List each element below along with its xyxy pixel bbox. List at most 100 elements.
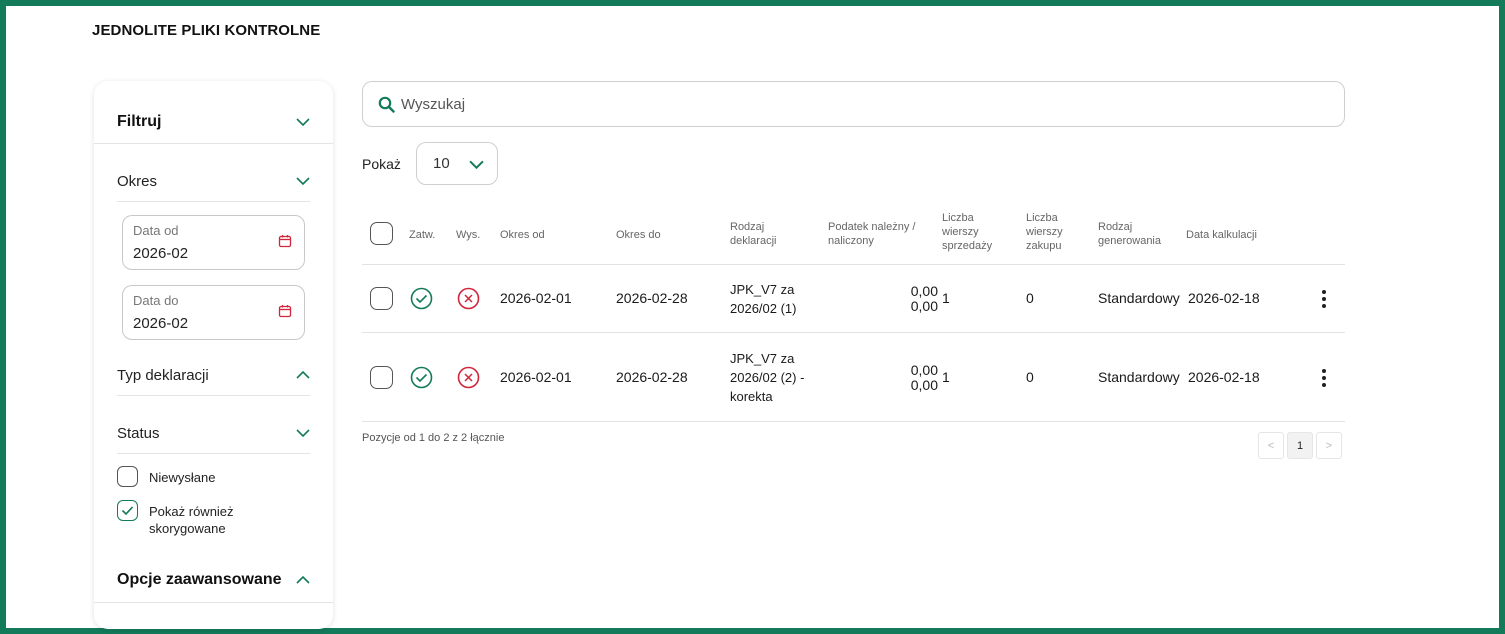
header-text: wierszy	[942, 226, 979, 238]
calendar-icon[interactable]	[278, 304, 292, 318]
header-generation[interactable]: Rodzaj generowania	[1098, 220, 1161, 248]
chevron-down-icon	[469, 160, 484, 170]
header-calc-date[interactable]: Data kalkulacji	[1186, 228, 1257, 242]
more-options-icon[interactable]	[1320, 368, 1328, 388]
filter-header[interactable]: Filtruj	[117, 112, 310, 132]
date-from-label: Data od	[133, 223, 179, 238]
checkbox-label: Pokaż również skorygowane	[149, 503, 234, 537]
select-all-checkbox[interactable]	[370, 222, 393, 245]
declaration-line: korekta	[730, 389, 773, 404]
pagination-summary: Pozycje od 1 do 2 z 2 łącznie	[362, 432, 505, 444]
header-text: naliczony	[828, 235, 874, 247]
checkmark-icon	[121, 505, 133, 515]
calendar-icon[interactable]	[278, 234, 292, 248]
date-to-field[interactable]: Data do 2026-02	[122, 285, 305, 340]
declaration-type-section-header[interactable]: Typ deklaracji	[117, 365, 310, 385]
tax-input-value: 0,00	[910, 298, 938, 314]
header-sales-rows[interactable]: Liczba wierszy sprzedaży	[942, 211, 992, 253]
row-divider	[362, 421, 1345, 422]
date-to-value[interactable]: 2026-02	[133, 315, 188, 332]
page-1-button[interactable]: 1	[1287, 432, 1313, 459]
declaration-line: JPK_V7 za	[730, 282, 795, 297]
sales-rows-cell: 1	[942, 369, 950, 385]
advanced-options-title: Opcje zaawansowane	[117, 571, 282, 588]
calc-date-cell: 2026-02-18	[1188, 369, 1260, 385]
not-sent-x-icon	[457, 287, 480, 310]
header-text: sprzedaży	[942, 240, 993, 252]
divider	[94, 143, 333, 144]
page-size-value: 10	[433, 155, 450, 172]
search-icon	[378, 96, 395, 113]
filter-sidebar: Filtruj Okres Data od 2026-02 Data do 20…	[94, 81, 333, 629]
declaration-cell[interactable]: JPK_V7 za 2026/02 (2) - korekta	[730, 349, 804, 406]
status-section-header[interactable]: Status	[117, 423, 310, 443]
header-text: Rodzaj	[1098, 221, 1133, 233]
header-period-to[interactable]: Okres do	[616, 228, 661, 242]
prev-page-button[interactable]: <	[1258, 432, 1284, 459]
tax-due-value: 0,00	[910, 283, 938, 299]
purchase-rows-cell: 0	[1026, 290, 1034, 306]
declaration-line: JPK_V7 za	[730, 351, 795, 366]
header-approved[interactable]: Zatw.	[409, 228, 435, 242]
checkbox-show-corrected[interactable]: Pokaż również skorygowane	[117, 500, 234, 537]
tax-due-value: 0,00	[910, 362, 938, 378]
chevron-down-icon[interactable]	[296, 115, 310, 129]
checkbox-label-line: skorygowane	[149, 521, 226, 536]
header-text: deklaracji	[730, 235, 777, 247]
search-input[interactable]	[401, 92, 1301, 116]
chevron-up-icon[interactable]	[296, 573, 310, 587]
tax-values-cell: 0,00 0,00	[878, 284, 938, 314]
checkbox-not-sent[interactable]: Niewysłane	[117, 466, 215, 487]
divider	[117, 453, 310, 454]
chevron-up-icon[interactable]	[296, 368, 310, 382]
checkbox-label: Niewysłane	[149, 470, 216, 485]
divider	[94, 602, 333, 603]
table-header: Zatw. Wys. Okres od Okres do Rodzaj dekla…	[362, 205, 1345, 264]
more-options-icon[interactable]	[1320, 289, 1328, 309]
period-section-header[interactable]: Okres	[117, 171, 310, 191]
row-checkbox[interactable]	[370, 366, 393, 389]
header-period-from[interactable]: Okres od	[500, 228, 545, 242]
period-from-cell: 2026-02-01	[500, 369, 572, 385]
chevron-down-icon[interactable]	[296, 426, 310, 440]
sales-rows-cell: 1	[942, 290, 950, 306]
declaration-line: 2026/02 (1)	[730, 301, 797, 316]
tax-input-value: 0,00	[910, 377, 938, 393]
header-text: Podatek należny /	[828, 221, 916, 233]
status-title: Status	[117, 424, 160, 442]
generation-cell: Standardowy	[1098, 290, 1180, 306]
header-sent[interactable]: Wys.	[456, 228, 480, 242]
date-from-value[interactable]: 2026-02	[133, 245, 188, 262]
header-text: Liczba	[1026, 212, 1058, 224]
table-header-divider	[362, 264, 1345, 265]
header-text: Liczba	[942, 212, 974, 224]
period-title: Okres	[117, 172, 158, 190]
search-box[interactable]	[362, 81, 1345, 127]
header-declaration-type[interactable]: Rodzaj deklaracji	[730, 220, 776, 248]
page-size-select[interactable]: 10	[416, 142, 498, 185]
checkbox-label-line: Pokaż również	[149, 504, 234, 519]
header-text: zakupu	[1026, 240, 1062, 252]
divider	[117, 201, 310, 202]
checkbox-checked[interactable]	[117, 500, 138, 521]
header-text: wierszy	[1026, 226, 1063, 238]
advanced-options-header[interactable]: Opcje zaawansowane	[117, 570, 310, 590]
date-from-field[interactable]: Data od 2026-02	[122, 215, 305, 270]
not-sent-x-icon	[457, 366, 480, 389]
header-text: Rodzaj	[730, 221, 765, 233]
filter-title: Filtruj	[117, 113, 162, 130]
header-text: generowania	[1098, 235, 1161, 247]
row-divider	[362, 332, 1345, 333]
chevron-down-icon[interactable]	[296, 174, 310, 188]
declaration-line: 2026/02 (2) -	[730, 370, 805, 385]
page-title: JEDNOLITE PLIKI KONTROLNE	[92, 22, 321, 39]
checkbox[interactable]	[117, 466, 138, 487]
tax-values-cell: 0,00 0,00	[878, 363, 938, 393]
next-page-button[interactable]: >	[1316, 432, 1342, 459]
declaration-cell[interactable]: JPK_V7 za 2026/02 (1)	[730, 280, 797, 318]
purchase-rows-cell: 0	[1026, 369, 1034, 385]
period-to-cell: 2026-02-28	[616, 290, 688, 306]
header-purchase-rows[interactable]: Liczba wierszy zakupu	[1026, 211, 1063, 253]
row-checkbox[interactable]	[370, 287, 393, 310]
header-tax[interactable]: Podatek należny / naliczony	[828, 220, 915, 248]
